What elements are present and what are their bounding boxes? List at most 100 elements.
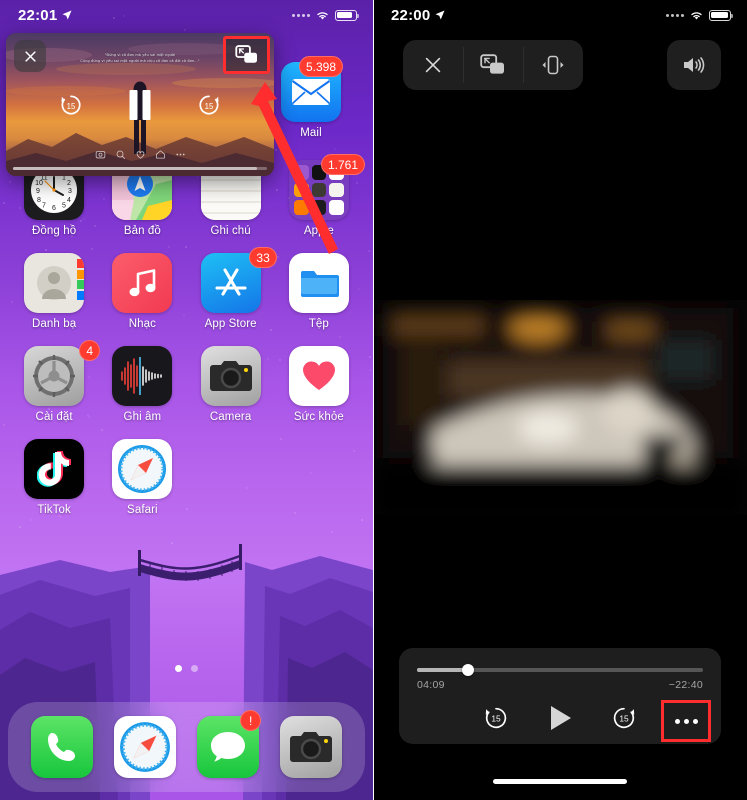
grid-empty-cell bbox=[275, 439, 363, 516]
app-tiktok[interactable]: TikTok bbox=[10, 439, 98, 516]
svg-text:15: 15 bbox=[205, 101, 214, 110]
tiktok-note-glyph bbox=[37, 451, 72, 487]
tiktok-icon bbox=[24, 439, 85, 499]
pip-button[interactable] bbox=[463, 40, 523, 90]
more-ellipsis-icon bbox=[674, 718, 680, 724]
signal-dots-icon bbox=[292, 13, 310, 17]
video-frame[interactable] bbox=[373, 300, 747, 515]
more-options-highlight-box bbox=[661, 700, 711, 742]
close-button[interactable] bbox=[403, 40, 463, 90]
app-label: Cài đặt bbox=[35, 411, 73, 423]
search-icon[interactable] bbox=[115, 149, 126, 160]
pip-toggle-button[interactable] bbox=[226, 39, 267, 71]
pip-video-window[interactable]: "Đừng vì cô đơn mà yêu sai một người Cũn… bbox=[6, 33, 274, 176]
app-label: Mail bbox=[300, 127, 322, 139]
notes-lines bbox=[200, 170, 261, 220]
app-mail[interactable]: 5.398 Mail bbox=[281, 56, 343, 139]
app-cai-dat[interactable]: 4 Cài đặt bbox=[10, 340, 101, 423]
video-scrubber[interactable] bbox=[13, 167, 267, 170]
page-dot-active[interactable] bbox=[175, 665, 182, 672]
camera-icon[interactable] bbox=[280, 716, 343, 778]
svg-text:4: 4 bbox=[67, 197, 71, 204]
app-ghi-am[interactable]: Ghi âm bbox=[98, 346, 186, 423]
picture-in-picture-icon bbox=[234, 45, 257, 63]
settings-gear-icon bbox=[24, 346, 85, 406]
home-indicator[interactable] bbox=[493, 779, 627, 784]
screenshot-divider bbox=[373, 0, 374, 800]
files-icon bbox=[288, 253, 349, 313]
skip-forward-15-button[interactable]: 15 bbox=[196, 92, 222, 118]
voice-memos-icon bbox=[112, 346, 173, 406]
skip-back-15-button[interactable]: 15 bbox=[58, 92, 84, 118]
app-label: Sức khỏe bbox=[293, 411, 344, 423]
messages-app-wrap[interactable]: ! bbox=[197, 710, 262, 778]
status-indicators bbox=[666, 9, 733, 21]
progress-slider[interactable] bbox=[417, 664, 703, 676]
folder-mini-icon bbox=[293, 200, 309, 215]
left-phone-home-screen: 22:01 "Đừng vì cô đơn mà yêu sai một ngư… bbox=[0, 0, 373, 800]
right-phone-video-player: 22:00 04:09 −22:40 15 15 bbox=[373, 0, 747, 800]
pip-toggle-highlight-box bbox=[223, 36, 270, 74]
app-camera[interactable]: Camera bbox=[187, 346, 275, 423]
app-tep[interactable]: Tệp bbox=[275, 253, 363, 330]
app-suc-khoe[interactable]: Sức khỏe bbox=[275, 346, 363, 423]
app-label: Nhạc bbox=[128, 318, 156, 330]
app-folder-apple[interactable]: 1.761 Apple bbox=[275, 154, 365, 237]
more-ellipsis-icon bbox=[692, 718, 698, 724]
progress-fill bbox=[417, 668, 469, 672]
app-danh-ba[interactable]: Danh bạ bbox=[10, 253, 98, 330]
svg-text:8: 8 bbox=[37, 197, 41, 204]
time-labels: 04:09 −22:40 bbox=[417, 679, 703, 691]
safari-compass-icon bbox=[112, 439, 173, 499]
status-time-group: 22:01 bbox=[18, 7, 73, 24]
compass-glyph bbox=[119, 722, 170, 772]
pip-close-button[interactable] bbox=[14, 40, 46, 72]
safari-compass-icon[interactable] bbox=[113, 716, 176, 778]
compass-glyph bbox=[118, 445, 167, 493]
folder-mini-icon bbox=[311, 200, 327, 215]
page-dots[interactable] bbox=[0, 665, 373, 672]
video-social-bar bbox=[6, 149, 274, 160]
more-options-button[interactable] bbox=[674, 718, 698, 724]
folder-badge: 1.761 bbox=[320, 154, 365, 175]
status-indicators bbox=[292, 9, 359, 21]
home-icon[interactable] bbox=[155, 149, 166, 160]
camera-glyph bbox=[290, 732, 333, 762]
location-arrow-icon bbox=[62, 10, 72, 20]
rotate-screen-button[interactable] bbox=[523, 40, 583, 90]
heart-glyph bbox=[302, 361, 335, 390]
svg-text:9: 9 bbox=[36, 188, 40, 195]
play-button[interactable] bbox=[544, 702, 576, 734]
more-icon[interactable] bbox=[175, 149, 186, 160]
wifi-icon bbox=[691, 12, 702, 20]
status-time: 22:01 bbox=[18, 6, 58, 24]
progress-knob[interactable] bbox=[462, 664, 475, 676]
folder-glyph bbox=[300, 271, 339, 297]
app-label: Safari bbox=[127, 504, 158, 516]
app-safari[interactable]: Safari bbox=[98, 439, 186, 516]
grid-empty-cell bbox=[187, 439, 275, 516]
pause-button[interactable] bbox=[129, 89, 151, 120]
svg-text:2: 2 bbox=[67, 180, 71, 187]
speaker-volume-icon bbox=[684, 57, 705, 73]
heart-icon[interactable] bbox=[135, 149, 146, 160]
skip-forward-15-button[interactable]: 15 bbox=[610, 704, 638, 732]
app-nhac[interactable]: Nhạc bbox=[98, 253, 186, 330]
app-label: App Store bbox=[204, 318, 257, 330]
app-label: Ghi chú bbox=[210, 225, 251, 237]
folder-mini-icon bbox=[329, 200, 344, 215]
phone-handset-icon[interactable] bbox=[30, 716, 93, 778]
svg-text:3: 3 bbox=[68, 188, 72, 195]
player-top-toolbar bbox=[403, 40, 583, 90]
folder-mini-icon bbox=[329, 182, 344, 198]
volume-button[interactable] bbox=[667, 40, 721, 90]
current-time: 04:09 bbox=[417, 679, 445, 691]
contact-person-glyph bbox=[37, 266, 72, 300]
camera-icon bbox=[200, 346, 261, 406]
page-dot[interactable] bbox=[191, 665, 198, 672]
folder-mini-icon bbox=[311, 182, 327, 198]
app-app-store[interactable]: 33 App Store bbox=[187, 247, 277, 330]
camera-icon[interactable] bbox=[95, 149, 106, 160]
contacts-tabs bbox=[77, 259, 85, 300]
skip-back-15-button[interactable]: 15 bbox=[482, 704, 510, 732]
